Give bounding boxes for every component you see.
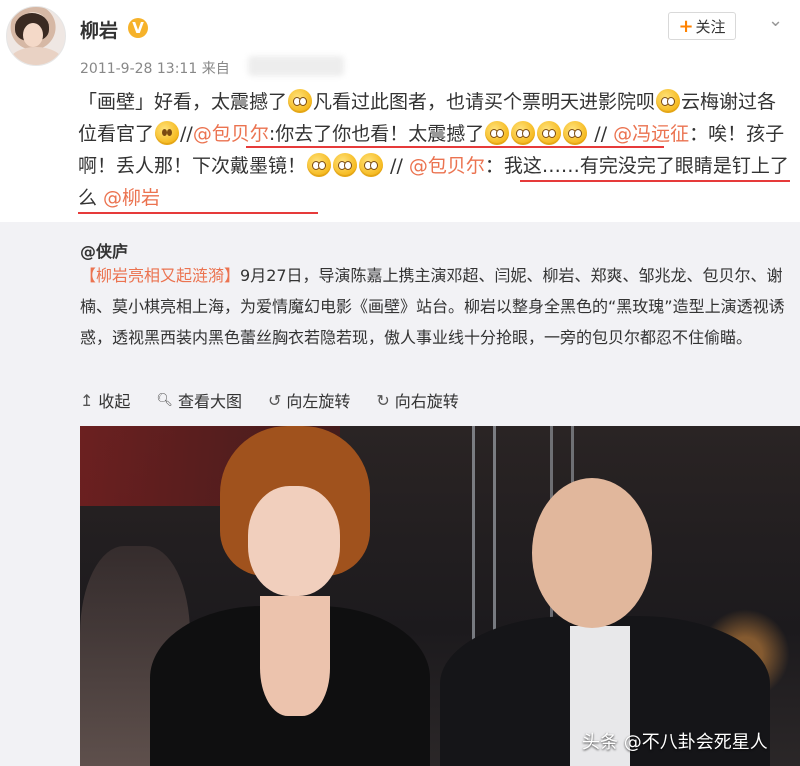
emoji-icon: [288, 89, 313, 113]
annotation-underline: [246, 146, 664, 148]
post-meta: 2011-9-28 13:11 来自: [80, 58, 230, 78]
repost-text: 【柳岩亮相又起涟漪】9月27日，导演陈嘉上携主演邓超、闫妮、柳岩、郑爽、邹兆龙、…: [80, 266, 785, 347]
username[interactable]: 柳岩: [80, 16, 118, 43]
mention-link[interactable]: @柳岩: [103, 187, 160, 209]
emoji-icon: [537, 121, 562, 145]
magnifier-icon: 🔍︎: [156, 392, 173, 408]
plus-icon: +: [678, 15, 694, 37]
verified-icon: V: [128, 18, 148, 38]
view-large-button[interactable]: 🔍︎ 查看大图: [156, 388, 242, 412]
emoji-icon: [485, 121, 510, 145]
source-prefix: 来自: [201, 61, 230, 77]
emoji-icon: [333, 153, 358, 177]
follow-button[interactable]: + 关注: [668, 12, 736, 40]
collapse-icon: ↥: [80, 390, 94, 410]
smile-emoji-icon: [155, 121, 180, 145]
post-text: 「画壁」好看，太震撼了 凡看过此图者，也请买个票明天进影院呗 云梅谢过各位看官了//…: [78, 89, 789, 209]
timestamp[interactable]: 2011-9-28 13:11: [80, 61, 197, 77]
collapse-button[interactable]: ↥ 收起: [80, 388, 130, 412]
rotate-right-button[interactable]: ↻ 向右旋转: [376, 388, 458, 412]
source-blurred: [248, 56, 344, 76]
post-photo[interactable]: [80, 426, 800, 766]
topic-link[interactable]: 【柳岩亮相又起涟漪】: [80, 266, 240, 285]
emoji-icon: [307, 153, 332, 177]
mention-link[interactable]: @冯远征: [613, 123, 689, 145]
mention-link[interactable]: @包贝尔: [409, 155, 485, 177]
annotation-underline: [78, 212, 318, 214]
emoji-icon: [359, 153, 384, 177]
image-actions: ↥ 收起 🔍︎ 查看大图 ↺ 向左旋转 ↻ 向右旋转: [80, 388, 459, 412]
emoji-icon: [656, 89, 681, 113]
repost-author[interactable]: @侠庐: [80, 238, 128, 262]
emoji-icon: [511, 121, 536, 145]
annotation-underline: [520, 180, 790, 182]
rotate-left-icon: ↺: [267, 390, 282, 410]
rotate-left-button[interactable]: ↺ 向左旋转: [268, 388, 350, 412]
watermark: 头条 @不八卦会死星人: [582, 732, 768, 753]
chevron-down-icon[interactable]: ⌄: [768, 10, 783, 31]
avatar[interactable]: [6, 6, 66, 66]
mention-link[interactable]: @包贝尔: [193, 123, 269, 145]
emoji-icon: [563, 121, 588, 145]
rotate-right-icon: ↻: [376, 390, 390, 410]
follow-label: 关注: [695, 17, 726, 36]
